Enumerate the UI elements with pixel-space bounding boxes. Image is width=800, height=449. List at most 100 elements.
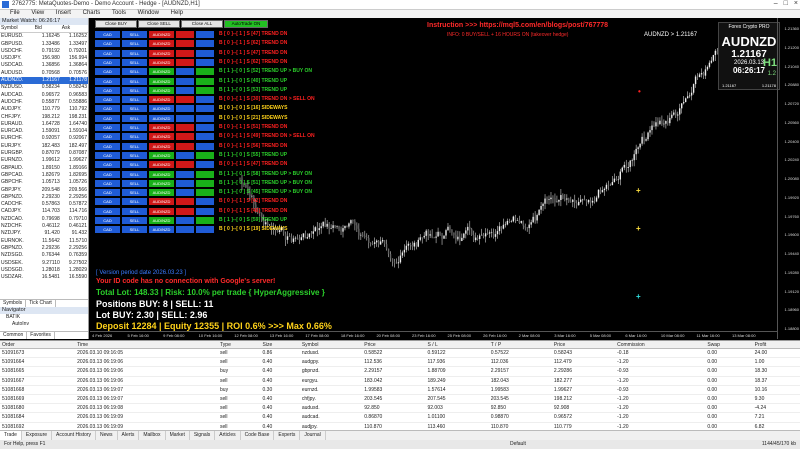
- pair-action-button[interactable]: [196, 189, 214, 197]
- terminal-tab[interactable]: Experts: [274, 431, 301, 440]
- pair-action-button[interactable]: SELL: [122, 207, 147, 215]
- autotrade-button[interactable]: AutoTrade ON: [224, 20, 268, 28]
- close-button[interactable]: ×: [794, 0, 798, 7]
- navigator-item[interactable]: AutoInv: [6, 321, 88, 328]
- pair-action-button[interactable]: SELL: [122, 68, 147, 76]
- pair-action-button[interactable]: AUD/NZD: [149, 77, 174, 85]
- terminal-col-header[interactable]: Size: [260, 341, 300, 349]
- market-watch-row[interactable]: GBPNZD. 2.29236 2.29256: [0, 245, 88, 252]
- close-buy-button[interactable]: Close BUY: [95, 20, 137, 28]
- pair-action-button[interactable]: SELL: [122, 151, 147, 159]
- pair-action-button[interactable]: AUD/NZD: [149, 96, 174, 104]
- market-watch-row[interactable]: EURJPY. 182.483 182.497: [0, 143, 88, 150]
- tab-symbols[interactable]: Symbols: [0, 300, 27, 307]
- pair-action-button[interactable]: AUD/NZD: [149, 58, 174, 66]
- market-watch-row[interactable]: CADJPY. 114.703 114.716: [0, 208, 88, 215]
- pair-action-button[interactable]: SELL: [122, 226, 147, 234]
- terminal-tab[interactable]: Code Base: [241, 431, 275, 440]
- menu-file[interactable]: File: [10, 10, 20, 16]
- market-watch-row[interactable]: CHFJPY. 198.212 198.231: [0, 114, 88, 121]
- market-watch-row[interactable]: AUDCHF. 0.55877 0.55886: [0, 99, 88, 106]
- pair-action-button[interactable]: CAD: [95, 49, 120, 57]
- pair-action-button[interactable]: [176, 170, 194, 178]
- pair-action-button[interactable]: AUD/NZD: [149, 114, 174, 122]
- pair-action-button[interactable]: AUD/NZD: [149, 105, 174, 113]
- market-watch-row[interactable]: USDSGD. 1.28018 1.28029: [0, 267, 88, 274]
- pair-action-button[interactable]: SELL: [122, 179, 147, 187]
- pair-action-button[interactable]: CAD: [95, 105, 120, 113]
- maximize-button[interactable]: □: [784, 0, 788, 7]
- pair-action-button[interactable]: CAD: [95, 142, 120, 150]
- close-all-button[interactable]: Close ALL: [181, 20, 223, 28]
- pair-action-button[interactable]: CAD: [95, 40, 120, 48]
- pair-action-button[interactable]: SELL: [122, 40, 147, 48]
- pair-action-button[interactable]: CAD: [95, 58, 120, 66]
- market-watch-row[interactable]: GBPUSD. 1.33486 1.33497: [0, 41, 88, 48]
- tab-tick-chart[interactable]: Tick Chart: [26, 300, 56, 307]
- order-row[interactable]: 51091664 2026.03.13 06:19:06 sell 0.40 audgp…: [0, 357, 800, 368]
- pair-action-button[interactable]: CAD: [95, 96, 120, 104]
- pair-action-button[interactable]: [176, 86, 194, 94]
- terminal-col-header[interactable]: Type: [218, 341, 261, 349]
- pair-action-button[interactable]: [176, 31, 194, 38]
- market-watch-row[interactable]: AUDCAD. 0.96572 0.96583: [0, 92, 88, 99]
- pair-action-button[interactable]: AUD/NZD: [149, 226, 174, 234]
- pair-action-button[interactable]: SELL: [122, 96, 147, 104]
- pair-action-button[interactable]: SELL: [122, 198, 147, 206]
- minimize-button[interactable]: –: [774, 0, 778, 7]
- market-watch-row[interactable]: NZDSGD. 0.76344 0.76359: [0, 252, 88, 259]
- pair-action-button[interactable]: [196, 161, 214, 169]
- instruction-link[interactable]: Instruction >>> https://mql5.com/en/blog…: [427, 22, 608, 29]
- market-watch-row[interactable]: USDCAD. 1.36856 1.36864: [0, 62, 88, 69]
- pair-action-button[interactable]: CAD: [95, 207, 120, 215]
- pair-action-button[interactable]: SELL: [122, 142, 147, 150]
- market-watch-row[interactable]: EURAUD. 1.64728 1.64740: [0, 121, 88, 128]
- pair-action-button[interactable]: [196, 68, 214, 76]
- pair-action-button[interactable]: [176, 49, 194, 57]
- pair-action-button[interactable]: SELL: [122, 86, 147, 94]
- pair-action-button[interactable]: [196, 77, 214, 85]
- terminal-col-header[interactable]: Commission: [615, 341, 706, 349]
- pair-action-button[interactable]: AUD/NZD: [149, 207, 174, 215]
- pair-action-button[interactable]: [196, 114, 214, 122]
- menu-help[interactable]: Help: [171, 10, 183, 16]
- pair-action-button[interactable]: AUD/NZD: [149, 133, 174, 141]
- pair-action-button[interactable]: AUD/NZD: [149, 198, 174, 206]
- terminal-tab[interactable]: Signals: [190, 431, 216, 440]
- market-watch-row[interactable]: EURGBP. 0.87079 0.87087: [0, 150, 88, 157]
- market-watch-row[interactable]: GBPAUD. 1.89150 1.89166: [0, 165, 88, 172]
- pair-action-button[interactable]: SELL: [122, 217, 147, 224]
- pair-action-button[interactable]: CAD: [95, 217, 120, 224]
- pair-action-button[interactable]: SELL: [122, 133, 147, 141]
- terminal-tab[interactable]: Mailbox: [139, 431, 166, 440]
- pair-action-button[interactable]: [196, 58, 214, 66]
- pair-action-button[interactable]: AUD/NZD: [149, 170, 174, 178]
- pair-action-button[interactable]: [176, 189, 194, 197]
- pair-action-button[interactable]: CAD: [95, 86, 120, 94]
- pair-action-button[interactable]: [176, 217, 194, 224]
- pair-action-button[interactable]: AUD/NZD: [149, 68, 174, 76]
- terminal-col-header[interactable]: T / P: [488, 341, 552, 349]
- terminal-tab[interactable]: Alerts: [118, 431, 140, 440]
- terminal-tab[interactable]: Trade: [0, 431, 22, 440]
- pair-action-button[interactable]: [176, 151, 194, 159]
- market-watch-row[interactable]: GBPNZD. 2.29230 2.29256: [0, 194, 88, 201]
- terminal-tab[interactable]: Exposure: [22, 431, 53, 440]
- terminal-col-header[interactable]: Order: [0, 341, 76, 349]
- pair-action-button[interactable]: [176, 68, 194, 76]
- pair-action-button[interactable]: [176, 179, 194, 187]
- pair-action-button[interactable]: [176, 105, 194, 113]
- navigator-item[interactable]: BATIK: [6, 314, 88, 321]
- pair-action-button[interactable]: AUD/NZD: [149, 161, 174, 169]
- pair-action-button[interactable]: [196, 170, 214, 178]
- pair-action-button[interactable]: SELL: [122, 124, 147, 131]
- pair-action-button[interactable]: [196, 207, 214, 215]
- pair-action-button[interactable]: CAD: [95, 151, 120, 159]
- market-watch-row[interactable]: AUDUSD. 0.70568 0.70576: [0, 70, 88, 77]
- pair-action-button[interactable]: AUD/NZD: [149, 189, 174, 197]
- pair-action-button[interactable]: [176, 96, 194, 104]
- pair-action-button[interactable]: [176, 161, 194, 169]
- pair-action-button[interactable]: [176, 207, 194, 215]
- market-watch-row[interactable]: USDCHF. 0.79192 0.79201: [0, 48, 88, 55]
- order-row[interactable]: 51081669 2026.03.13 06:19:07 sell 0.40 chfjp…: [0, 394, 800, 405]
